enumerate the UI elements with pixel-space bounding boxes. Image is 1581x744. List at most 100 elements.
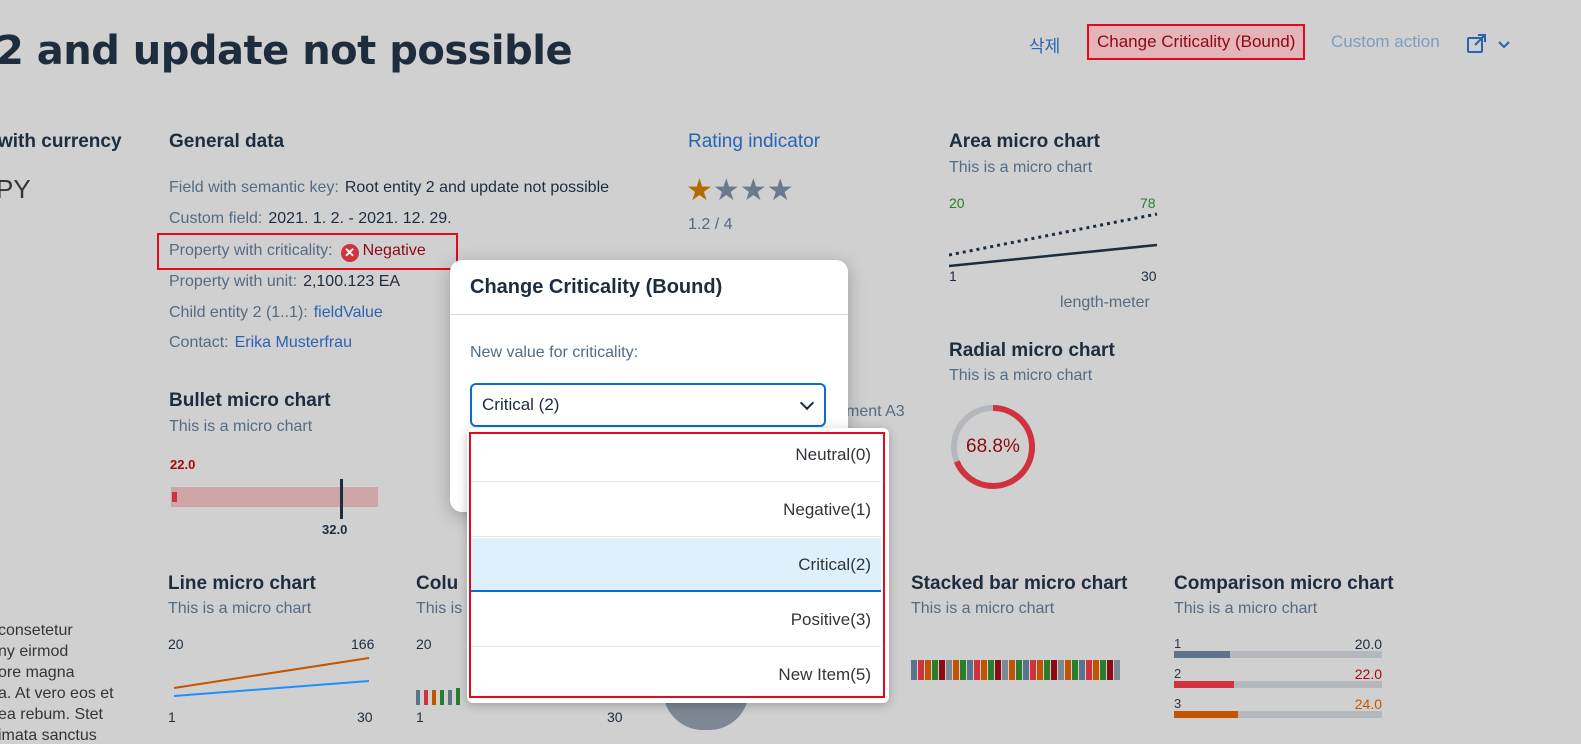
star-icon: ★ [712,174,740,207]
bullet-chart-title: Bullet micro chart [169,390,331,411]
column-left-bottom: 1 [416,709,424,725]
rating-indicator-title[interactable]: Rating indicator [688,131,820,153]
comparison-track [1174,651,1382,658]
stacked-segment [911,660,917,680]
field-value: 2021. 1. 2. - 2021. 12. 29. [268,210,452,227]
column-left-top: 20 [416,636,432,652]
column-bar [432,690,436,705]
dialog-title: Change Criticality (Bound) [470,276,723,298]
field-contact: Contact: Erika Musterfrau [169,334,352,352]
stacked-segment [1044,660,1050,680]
stacked-segment [1023,660,1029,680]
currency-value: PY [0,174,31,204]
comparison-value: 20.0 [1354,636,1382,652]
comparison-label: 2 [1174,666,1182,681]
line-chart-title: Line micro chart [168,573,316,594]
field-custom: Custom field: 2021. 1. 2. - 2021. 12. 29. [169,210,452,228]
text-line: a. At vero eos et [0,685,114,702]
stacked-segment [1100,660,1106,680]
stacked-segment [1058,660,1064,680]
area-actual-line [949,243,1158,268]
comparison-track [1174,711,1382,718]
share-icon [1467,34,1510,53]
stacked-segment [1051,660,1057,680]
area-left-top: 20 [949,195,965,211]
column-chart-plot [416,688,460,705]
column-bar [424,690,428,705]
field-value: Root entity 2 and update not possible [344,179,610,196]
comparison-row: 2 22.0 [1174,664,1384,694]
column-bar [456,688,460,705]
star-icon: ★ [739,174,767,207]
bullet-actual-label: 22.0 [170,457,196,472]
stacked-segment [981,660,987,680]
stacked-segment [939,660,945,680]
text-line: ny eirmod [0,643,69,660]
area-right-bottom: 30 [1141,268,1157,284]
field-value: 2,100.123 EA [303,273,401,290]
comparison-label: 1 [1174,636,1182,651]
stacked-segment [1093,660,1099,680]
contact-link[interactable]: Erika Musterfrau [235,334,352,351]
child-entity-link[interactable]: fieldValue [314,304,383,321]
bullet-target-marker [340,479,343,519]
comparison-rows: 1 20.0 2 22.0 3 24.0 [1174,634,1384,724]
highlight-box [157,233,458,270]
field-unit: Property with unit: 2,100.123 EA [169,273,400,291]
share-menu-button[interactable] [1466,33,1514,60]
comparison-bar [1174,711,1239,718]
area-chart-subtitle: This is a micro chart [949,159,1093,176]
stacked-segment [932,660,938,680]
comparison-value: 22.0 [1354,666,1382,682]
stacked-segment [988,660,994,680]
highlight-box [469,432,885,698]
dialog-divider [450,314,848,315]
currency-section-title: with currency [0,131,122,152]
star-icon: ★ [766,174,794,207]
line-left-bottom: 1 [168,709,176,725]
stacked-segment [995,660,1001,680]
radial-chart-subtitle: This is a micro chart [949,367,1093,384]
stacked-segment [1037,660,1043,680]
line-right-top: 166 [351,636,375,652]
column-chart-title: Colu [416,573,459,594]
chevron-down-icon[interactable] [799,395,815,411]
lorem-text: consetetur ny eirmod ore magna a. At ver… [0,620,114,744]
radial-value: 68.8% [966,436,1020,457]
stacked-segment [1079,660,1085,680]
stacked-segment [1065,660,1071,680]
star-icon: ★ [686,174,713,207]
column-bar [448,690,452,705]
stacked-segment [967,660,973,680]
bullet-range [171,487,378,507]
column-bar [440,690,444,705]
area-left-bottom: 1 [949,268,957,284]
comparison-chart-subtitle: This is a micro chart [1174,600,1318,617]
comparison-track [1174,681,1382,688]
bullet-target-label: 32.0 [322,522,348,537]
criticality-label: New value for criticality: [470,344,639,361]
stacked-segment [1002,660,1008,680]
page-title: 2 and update not possible [0,28,573,74]
field-label: Field with semantic key: [169,179,339,196]
criticality-select[interactable]: Critical (2) [470,383,826,427]
stacked-segment [1030,660,1036,680]
bullet-chart-subtitle: This is a micro chart [169,418,313,435]
field-label: Contact: [169,334,229,351]
text-line: imata sanctus [0,727,97,744]
stacked-segment [946,660,952,680]
change-criticality-button[interactable]: Change Criticality (Bound) [1087,24,1306,60]
field-label: Custom field: [169,210,263,227]
custom-action-button[interactable]: Custom action [1331,32,1440,52]
line-chart-plot [173,657,370,697]
delete-button[interactable]: 삭제 [1029,32,1060,57]
text-line: consetetur [0,622,73,639]
line-right-bottom: 30 [357,709,373,725]
area-right-top: 78 [1140,195,1156,211]
bullet-chart-plot [171,479,378,519]
field-semantic-key: Field with semantic key: Root entity 2 an… [169,179,609,197]
stacked-segment [1009,660,1015,680]
stacked-chart-title: Stacked bar micro chart [911,573,1128,594]
general-data-title: General data [169,131,285,152]
stacked-segment [918,660,924,680]
